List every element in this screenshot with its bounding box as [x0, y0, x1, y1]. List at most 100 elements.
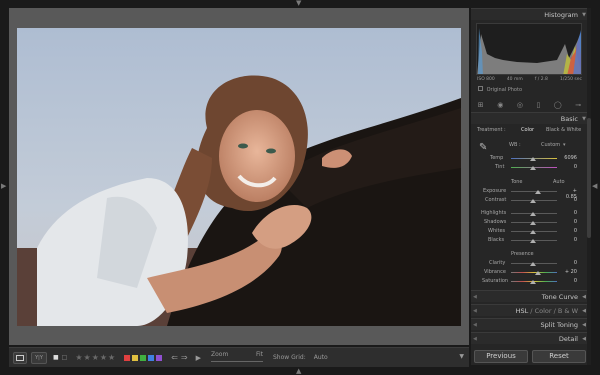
color-labels[interactable]: [122, 354, 163, 361]
original-photo-row[interactable]: Original Photo: [478, 86, 522, 93]
reset-button[interactable]: Reset: [532, 350, 586, 363]
before-after-icon: Y|Y: [35, 354, 43, 361]
bottom-panel-toggle-icon[interactable]: ▲: [296, 368, 301, 375]
vibrance-slider-knob[interactable]: [535, 271, 541, 275]
exposure-slider-knob[interactable]: [535, 190, 541, 194]
vibrance-value[interactable]: + 20: [561, 269, 577, 275]
shadows-slider-knob[interactable]: [530, 221, 536, 225]
basic-title: Basic: [560, 115, 578, 123]
show-grid-control[interactable]: Show Grid: Auto: [273, 354, 328, 361]
tint-slider-knob[interactable]: [530, 166, 536, 170]
collapse-icon: ▼: [582, 116, 586, 122]
hsl-panel-header[interactable]: ◀ HSL / Color / B & W ◀: [471, 304, 588, 316]
radial-filter-icon[interactable]: ◯: [554, 101, 562, 109]
loupe-view-button[interactable]: [13, 351, 27, 364]
shutter-value: 1/250 sec: [559, 77, 582, 82]
blacks-slider-knob[interactable]: [530, 239, 536, 243]
panel-switch-icon[interactable]: ◀: [473, 319, 477, 331]
right-panel-scrollbar[interactable]: [587, 8, 591, 365]
basic-panel-header[interactable]: Basic ▼: [471, 112, 588, 124]
red-label-icon[interactable]: [124, 354, 131, 361]
image-viewer[interactable]: [9, 8, 469, 345]
contrast-value[interactable]: 0: [561, 197, 577, 203]
original-photo-checkbox[interactable]: [478, 86, 483, 91]
highlights-slider-knob[interactable]: [530, 212, 536, 216]
clarity-value[interactable]: 0: [561, 260, 577, 266]
panel-switch-icon[interactable]: ◀: [473, 333, 477, 345]
green-label-icon[interactable]: [140, 354, 147, 361]
top-panel-toggle-icon[interactable]: ▼: [296, 0, 301, 7]
rating-stars[interactable]: ★★★★★: [75, 353, 116, 362]
expand-icon: ◀: [582, 294, 586, 300]
presence-label: Presence: [511, 251, 534, 257]
zoom-control[interactable]: Zoom Fit: [211, 351, 263, 365]
slideshow-play-icon[interactable]: ▶: [196, 354, 201, 362]
temp-value[interactable]: 6096: [561, 155, 577, 161]
expand-icon: ◀: [582, 322, 586, 328]
tone-curve-panel-header[interactable]: ◀ Tone Curve ◀: [471, 290, 588, 302]
zoom-slider-track[interactable]: [211, 360, 263, 362]
left-panel-toggle-icon[interactable]: ▶: [1, 183, 6, 190]
saturation-value[interactable]: 0: [561, 278, 577, 284]
whites-label: Whites: [488, 228, 506, 234]
tone-curve-title: Tone Curve: [541, 293, 578, 301]
adjustment-brush-icon[interactable]: ⊸: [575, 101, 581, 109]
temp-label: Temp: [490, 155, 504, 161]
graduated-filter-icon[interactable]: ▯: [537, 101, 541, 109]
temp-slider-knob[interactable]: [530, 157, 536, 161]
wb-select[interactable]: Custom: [541, 142, 560, 148]
saturation-slider-knob[interactable]: [530, 280, 536, 284]
loupe-view-icon: [16, 354, 24, 361]
treatment-color-option[interactable]: Color: [521, 127, 534, 133]
tint-value[interactable]: 0: [561, 164, 577, 170]
blue-label-icon[interactable]: [148, 354, 155, 361]
treatment-label: Treatment :: [477, 127, 506, 133]
shadows-value[interactable]: 0: [561, 219, 577, 225]
bw-title[interactable]: B & W: [558, 307, 578, 315]
treatment-bw-option[interactable]: Black & White: [546, 127, 581, 133]
detail-panel-header[interactable]: ◀ Detail ◀: [471, 332, 588, 344]
split-toning-title: Split Toning: [540, 321, 579, 329]
right-panel-toggle-icon[interactable]: ◀: [592, 183, 597, 190]
toolbar-menu-icon[interactable]: ▼: [459, 353, 464, 360]
crop-tool-icon[interactable]: ⊞: [478, 101, 484, 109]
exposure-slider[interactable]: [511, 191, 557, 192]
reject-flag-icon[interactable]: □: [62, 354, 68, 361]
previous-button[interactable]: Previous: [474, 350, 528, 363]
highlights-value[interactable]: 0: [561, 210, 577, 216]
whites-slider-knob[interactable]: [530, 230, 536, 234]
wb-dropdown-icon[interactable]: ▾: [563, 142, 566, 148]
blacks-value[interactable]: 0: [561, 237, 577, 243]
wb-eyedropper-icon[interactable]: ✎: [479, 142, 487, 153]
panel-switch-icon[interactable]: ◀: [473, 291, 477, 303]
histogram-graph: [477, 28, 581, 74]
vibrance-slider[interactable]: [511, 272, 557, 273]
split-toning-panel-header[interactable]: ◀ Split Toning ◀: [471, 318, 588, 330]
photo-image: [17, 28, 461, 326]
histogram[interactable]: [476, 23, 582, 75]
contrast-slider-knob[interactable]: [530, 199, 536, 203]
histogram-info: ISO 800 40 mm f / 2.8 1/250 sec: [471, 77, 588, 82]
next-photo-icon[interactable]: ⇒: [181, 353, 188, 362]
histogram-panel-header[interactable]: Histogram ▼: [471, 8, 588, 20]
before-after-button[interactable]: Y|Y: [31, 351, 47, 364]
whites-value[interactable]: 0: [561, 228, 577, 234]
spot-removal-tool-icon[interactable]: ◉: [497, 101, 503, 109]
purple-label-icon[interactable]: [156, 354, 163, 361]
yellow-label-icon[interactable]: [132, 354, 139, 361]
show-grid-value[interactable]: Auto: [314, 354, 328, 361]
hsl-title[interactable]: HSL: [516, 307, 529, 315]
color-title[interactable]: Color: [535, 307, 552, 315]
panel-switch-icon[interactable]: ◀: [473, 305, 477, 317]
histogram-title: Histogram: [544, 11, 578, 19]
collapse-icon: ▼: [582, 12, 586, 18]
exposure-label: Exposure: [483, 188, 507, 194]
clarity-slider-knob[interactable]: [530, 262, 536, 266]
tone-auto-button[interactable]: Auto: [553, 179, 565, 185]
red-eye-tool-icon[interactable]: ◎: [517, 101, 523, 109]
lightroom-develop-window: ▼ ▲ ▶ ◀ Y|Y ■ □ ★★★★★ ⇐ ⇒ ▶ Zoom Fit Sho…: [0, 0, 600, 375]
previous-photo-icon[interactable]: ⇐: [171, 353, 178, 362]
scrollbar-thumb[interactable]: [587, 118, 591, 238]
flag-icon[interactable]: ■: [53, 354, 59, 361]
photo[interactable]: [17, 28, 461, 326]
